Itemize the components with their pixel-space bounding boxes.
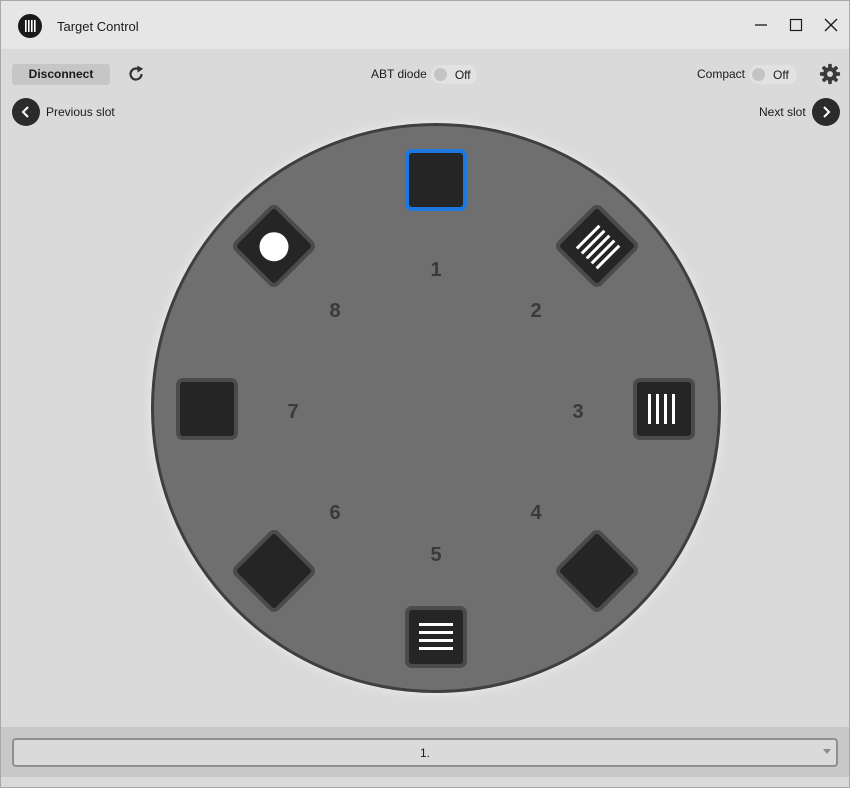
slot-5-target[interactable] <box>405 606 467 668</box>
horizontal-stripes-pattern-icon <box>419 623 453 650</box>
previous-slot-button[interactable]: Previous slot <box>12 98 115 126</box>
vertical-stripes-pattern-icon <box>575 224 621 270</box>
slot-3-target[interactable] <box>633 378 695 440</box>
disconnect-button[interactable]: Disconnect <box>12 64 110 85</box>
close-icon <box>824 18 838 32</box>
target-wheel: 1 2 3 4 5 6 7 8 <box>151 123 721 693</box>
slot-4-target[interactable] <box>553 527 641 615</box>
maximize-icon <box>789 18 803 32</box>
close-button[interactable] <box>821 15 841 35</box>
slot-number-6: 6 <box>329 502 341 524</box>
slot-select-value: 1. <box>419 746 430 760</box>
chevron-down-icon <box>823 749 831 754</box>
minimize-icon <box>755 24 767 26</box>
compact-toggle[interactable]: Off <box>749 64 798 84</box>
slot-select-dropdown[interactable]: 1. <box>12 738 838 767</box>
slot-number-4: 4 <box>530 502 542 524</box>
compact-toggle-group: Compact Off <box>697 64 798 84</box>
app-window: Target Control Disconnect ABT diode Off … <box>0 0 850 788</box>
next-slot-label: Next slot <box>759 105 806 119</box>
slot-6-target[interactable] <box>230 527 318 615</box>
previous-slot-circle <box>12 98 40 126</box>
chevron-left-icon <box>21 106 29 118</box>
compact-label: Compact <box>697 67 746 81</box>
slot-7-target[interactable] <box>176 378 238 440</box>
abt-diode-label: ABT diode <box>371 67 427 81</box>
dot-pattern-icon <box>253 225 295 267</box>
toolbar: Disconnect ABT diode Off Compact Off Pre… <box>1 49 849 129</box>
slot-number-3: 3 <box>572 401 584 423</box>
slot-1-target[interactable] <box>405 149 467 211</box>
vertical-stripes-pattern-icon <box>648 394 675 424</box>
slot-number-5: 5 <box>430 544 442 566</box>
previous-slot-label: Previous slot <box>46 105 115 119</box>
abt-diode-toggle[interactable]: Off <box>430 64 477 84</box>
toggle-knob <box>752 67 766 81</box>
refresh-button[interactable] <box>125 63 147 85</box>
gear-icon <box>819 63 841 85</box>
next-slot-circle <box>811 98 840 126</box>
slot-2-target[interactable] <box>553 202 641 290</box>
slot-number-2: 2 <box>530 300 542 322</box>
slot-number-1: 1 <box>430 259 442 281</box>
compact-state: Off <box>773 67 789 82</box>
barcode-logo-icon <box>18 14 42 38</box>
abt-diode-toggle-group: ABT diode Off <box>371 64 477 84</box>
minimize-button[interactable] <box>751 15 771 35</box>
settings-button[interactable] <box>819 63 841 85</box>
slot-8-target[interactable] <box>230 202 318 290</box>
next-slot-button[interactable]: Next slot <box>759 98 840 126</box>
maximize-button[interactable] <box>786 15 806 35</box>
title-bar[interactable]: Target Control <box>1 1 849 49</box>
slot-number-7: 7 <box>287 401 299 423</box>
chevron-right-icon <box>822 106 831 118</box>
toggle-knob <box>433 67 447 81</box>
abt-diode-state: Off <box>454 67 471 82</box>
refresh-icon <box>129 65 144 81</box>
slot-number-8: 8 <box>329 300 341 322</box>
window-title: Target Control <box>57 19 139 34</box>
